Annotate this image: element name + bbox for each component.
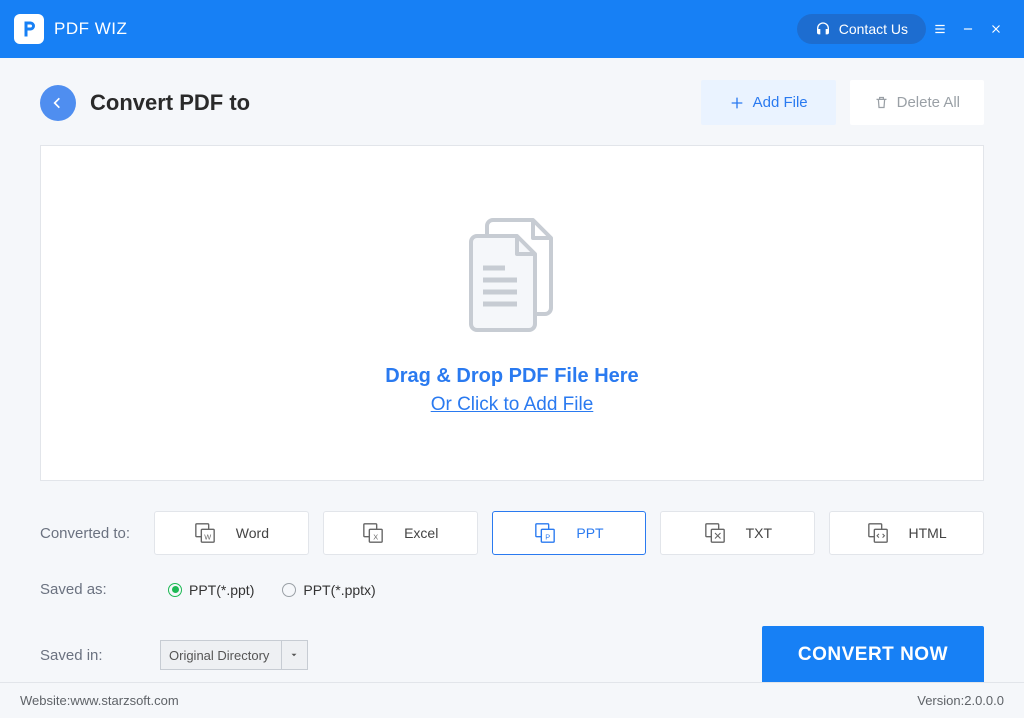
page-title: Convert PDF to bbox=[90, 90, 687, 116]
format-html-button[interactable]: HTML bbox=[829, 511, 984, 555]
convert-now-button[interactable]: CONVERT NOW bbox=[762, 626, 984, 684]
documents-icon bbox=[447, 210, 577, 345]
drop-text-primary: Drag & Drop PDF File Here bbox=[385, 365, 638, 388]
version-label: Version: bbox=[917, 693, 964, 708]
close-button[interactable] bbox=[982, 0, 1010, 58]
radio-ppt[interactable]: PPT(*.ppt) bbox=[168, 582, 254, 598]
format-excel-button[interactable]: X Excel bbox=[323, 511, 478, 555]
bottom-row: Saved in: Original Directory CONVERT NOW bbox=[40, 626, 984, 684]
savedin-label: Saved in: bbox=[40, 647, 140, 664]
saveas-label: Saved as: bbox=[40, 581, 140, 598]
svg-text:X: X bbox=[373, 532, 378, 541]
website-link[interactable]: www.starzsoft.com bbox=[70, 693, 178, 708]
excel-icon: X bbox=[362, 522, 384, 544]
radio-pptx[interactable]: PPT(*.pptx) bbox=[282, 582, 375, 598]
svg-text:W: W bbox=[204, 532, 211, 541]
delete-all-button[interactable]: Delete All bbox=[850, 80, 984, 125]
version-value: 2.0.0.0 bbox=[964, 693, 1004, 708]
trash-icon bbox=[874, 95, 889, 110]
back-button[interactable] bbox=[40, 85, 76, 121]
plus-icon bbox=[729, 95, 745, 111]
format-word-button[interactable]: W Word bbox=[154, 511, 309, 555]
radio-indicator-icon bbox=[168, 583, 182, 597]
radio-indicator-icon bbox=[282, 583, 296, 597]
saveas-row: Saved as: PPT(*.ppt) PPT(*.pptx) bbox=[40, 581, 984, 598]
format-row: Converted to: W Word X Excel P PPT TXT H… bbox=[40, 511, 984, 555]
format-ppt-button[interactable]: P PPT bbox=[492, 511, 647, 555]
add-file-button[interactable]: Add File bbox=[701, 80, 836, 125]
footer: Website: www.starzsoft.com Version: 2.0.… bbox=[0, 682, 1024, 718]
app-title: PDF WIZ bbox=[54, 19, 127, 39]
word-icon: W bbox=[194, 522, 216, 544]
chevron-down-icon bbox=[281, 641, 299, 669]
title-bar: PDF WIZ Contact Us bbox=[0, 0, 1024, 58]
saved-in-select[interactable]: Original Directory bbox=[160, 640, 308, 670]
html-icon bbox=[867, 522, 889, 544]
converted-to-label: Converted to: bbox=[40, 525, 140, 542]
drop-zone[interactable]: Drag & Drop PDF File Here Or Click to Ad… bbox=[40, 145, 984, 481]
website-label: Website: bbox=[20, 693, 70, 708]
ppt-icon: P bbox=[534, 522, 556, 544]
txt-icon bbox=[704, 522, 726, 544]
contact-us-button[interactable]: Contact Us bbox=[797, 14, 926, 44]
drop-text-secondary: Or Click to Add File bbox=[431, 394, 594, 416]
headset-icon bbox=[815, 21, 831, 37]
minimize-button[interactable] bbox=[954, 0, 982, 58]
app-logo bbox=[14, 14, 44, 44]
page-header: Convert PDF to Add File Delete All bbox=[40, 80, 984, 125]
svg-text:P: P bbox=[546, 532, 551, 541]
format-txt-button[interactable]: TXT bbox=[660, 511, 815, 555]
menu-button[interactable] bbox=[926, 0, 954, 58]
